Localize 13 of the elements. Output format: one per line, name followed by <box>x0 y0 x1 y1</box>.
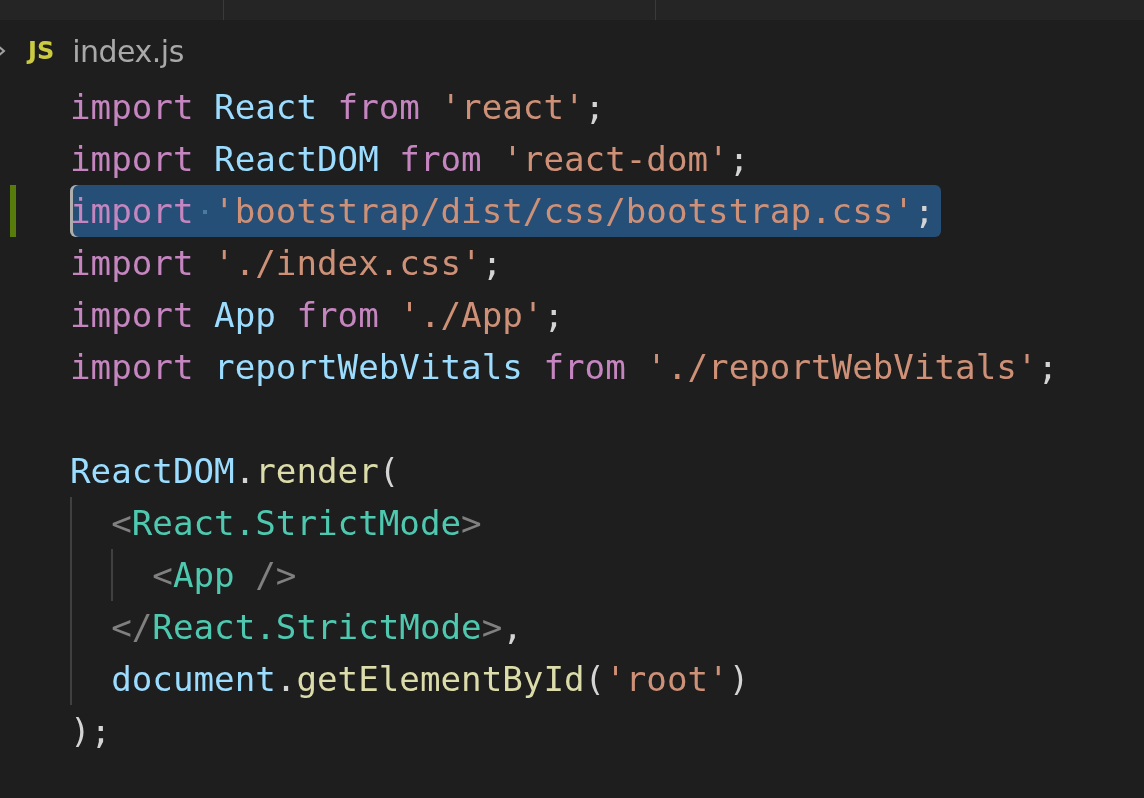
code-line: import reportWebVitals from './reportWebVitals'; <box>70 346 1058 389</box>
code-line: import React from 'react'; <box>70 86 606 129</box>
code-line: ); <box>70 710 112 753</box>
code-line: <React.StrictMode> <box>110 502 482 545</box>
code-line: document.getElementById('root') <box>110 658 750 701</box>
file-type-icon: JS <box>28 37 55 65</box>
code-line: import './index.css'; <box>70 242 503 285</box>
code-line: import ReactDOM from 'react-dom'; <box>70 138 750 181</box>
code-line: <App /> <box>151 554 297 597</box>
breadcrumb-file-name[interactable]: index.js <box>72 33 184 69</box>
code-line: ReactDOM.render( <box>70 450 400 493</box>
code-line: import App from './App'; <box>70 294 565 337</box>
code-line: </React.StrictMode>, <box>110 606 523 649</box>
